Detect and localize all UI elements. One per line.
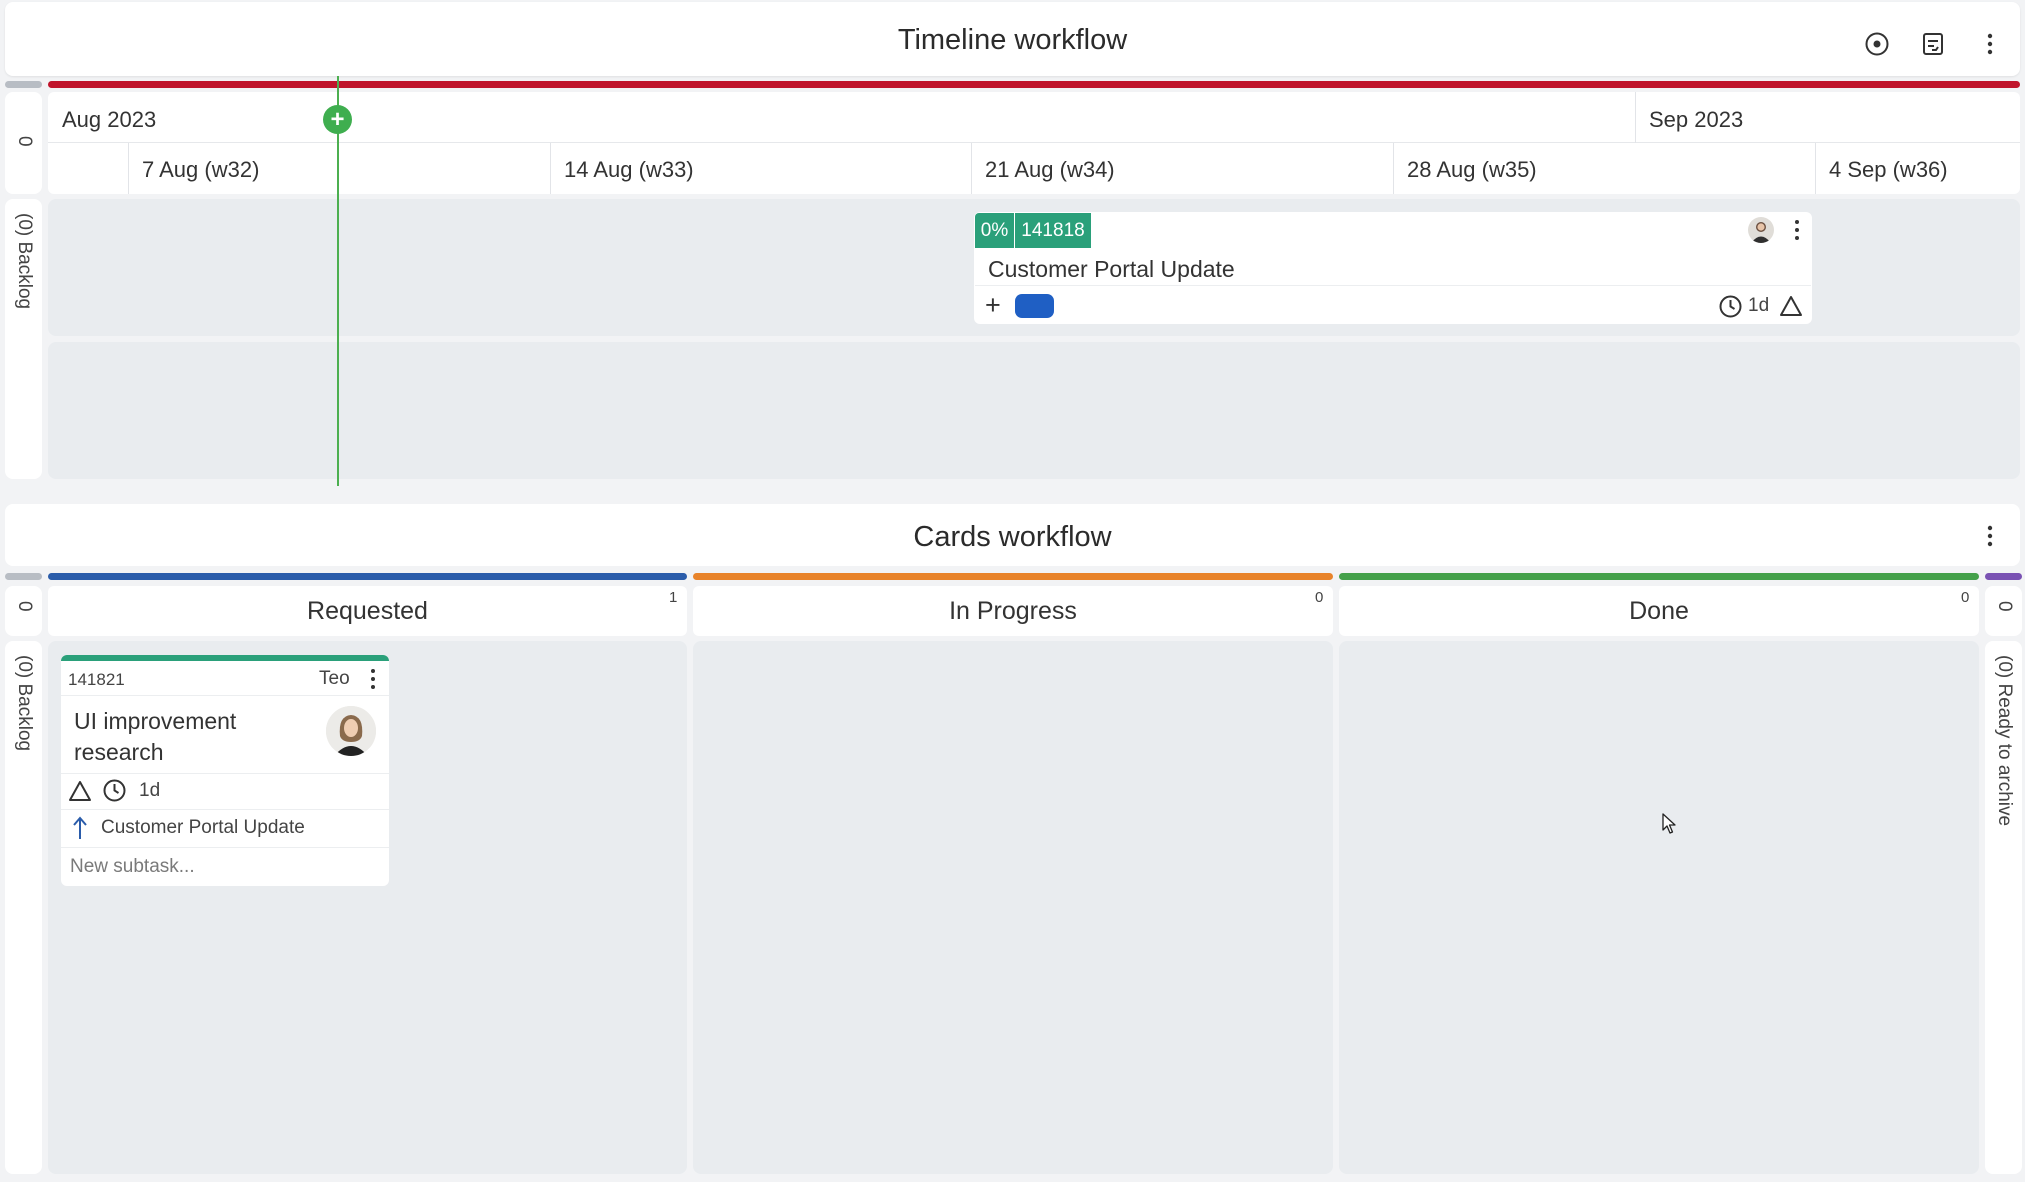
card-id[interactable]: 141821 [68,670,125,690]
timeline-accent-bar [48,81,2020,88]
warning-triangle-icon [1779,295,1803,317]
column-bar-in-progress [693,573,1333,580]
new-subtask-input[interactable] [70,856,380,878]
today-marker-button[interactable]: + [323,105,352,134]
progress-badge: 0% [975,213,1014,248]
mouse-cursor-icon [1662,813,1678,835]
cards-count-rail: 0 [5,586,42,636]
card-more-icon[interactable] [1782,215,1812,245]
month-divider [1635,92,1636,143]
column-title: In Progress [949,597,1077,625]
week-label: 14 Aug (w33) [564,157,694,182]
timeline-card-estimate: 1d [1748,295,1770,316]
more-vertical-icon[interactable] [1975,521,2005,551]
card-owner[interactable]: Teo [319,668,350,690]
week-divider [128,143,129,194]
add-tag-button[interactable]: + [985,290,1001,321]
archive-bar [1985,573,2022,580]
target-icon[interactable] [1862,29,1892,59]
week-label: 21 Aug (w34) [985,157,1115,182]
week-divider [550,143,551,194]
week-divider [1393,143,1394,194]
archive-rail[interactable]: (0) Ready to archive [1985,641,2022,1174]
timeline-rail-bar [5,81,42,88]
divider [61,695,389,696]
timeline-card-title: Customer Portal Update [988,256,1235,282]
timeline-backlog-rail[interactable]: (0) Backlog [5,199,42,479]
week-divider [971,143,972,194]
avatar[interactable] [1748,217,1774,243]
backlog-bar [5,573,42,580]
more-vertical-icon[interactable] [1975,29,2005,59]
divider [61,773,389,774]
report-icon[interactable] [1918,29,1948,59]
warning-triangle-icon [68,780,92,802]
card-estimate: 1d [139,780,161,801]
column-count: 1 [669,589,678,606]
card-more-icon[interactable] [358,664,388,694]
column-body-done[interactable] [1339,641,1979,1174]
clock-icon [102,778,127,803]
cards-backlog-label: (0) Backlog [13,655,35,752]
timeline-count: 0 [13,136,35,147]
cards-title: Cards workflow [913,521,1112,553]
divider [61,809,389,810]
column-count: 0 [1315,589,1324,606]
timeline-backlog-label: (0) Backlog [13,213,35,310]
timeline-lane[interactable] [48,342,2020,479]
card-id-badge[interactable]: 141818 [1015,213,1091,248]
month-label: Aug 2023 [62,107,157,132]
column-bar-requested [48,573,687,580]
card-title[interactable]: UI improvement research [74,706,294,768]
card-parent-link[interactable]: Customer Portal Update [101,817,305,839]
avatar[interactable] [326,706,376,756]
archive-count: 0 [1993,601,2015,612]
timeline-title: Timeline workflow [897,24,1128,56]
arrow-up-icon [71,816,89,840]
column-count: 0 [1961,589,1970,606]
week-label: 7 Aug (w32) [142,157,260,182]
divider [61,847,389,848]
week-label: 28 Aug (w35) [1407,157,1537,182]
today-line [337,76,339,486]
archive-count-rail: 0 [1985,586,2022,636]
card-color-bar [61,655,389,661]
week-label: 4 Sep (w36) [1829,157,1948,182]
cards-backlog-rail[interactable]: (0) Backlog [5,641,42,1174]
tag-pill[interactable] [1015,294,1054,318]
cards-count: 0 [13,601,35,612]
clock-icon [1718,294,1743,319]
week-divider [1815,143,1816,194]
column-title: Done [1629,597,1689,625]
archive-label: (0) Ready to archive [1993,655,2015,827]
month-label: Sep 2023 [1649,107,1744,132]
divider [975,285,1811,286]
column-body-in-progress[interactable] [693,641,1333,1174]
column-title: Requested [307,597,428,625]
timeline-count-rail: 0 [5,92,42,194]
column-bar-done [1339,573,1979,580]
